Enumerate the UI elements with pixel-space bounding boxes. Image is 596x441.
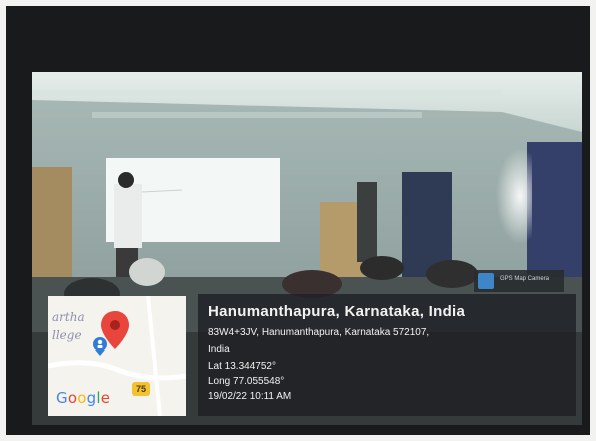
google-logo: Google <box>56 389 110 407</box>
app-watermark-label: GPS Map Camera <box>500 276 550 282</box>
google-letter: g <box>86 389 97 407</box>
app-watermark-badge: GPS Map Camera <box>474 270 564 292</box>
google-letter: o <box>77 389 87 407</box>
google-letter: G <box>56 389 68 407</box>
address-line2: India <box>208 344 230 355</box>
google-letter: o <box>67 389 78 407</box>
location-title: Hanumanthapura, Karnataka, India <box>208 303 466 320</box>
google-letter: e <box>100 389 111 407</box>
longitude-text: Long 77.055548° <box>208 376 285 387</box>
address-line1: 83W4+3JV, Hanumanthapura, Karnataka 5721… <box>208 327 430 338</box>
location-info-box: Hanumanthapura, Karnataka, India 83W4+3J… <box>198 294 576 416</box>
camera-app-icon <box>478 273 494 289</box>
latitude-text: Lat 13.344752° <box>208 361 276 372</box>
person-pin-icon <box>93 337 107 356</box>
map-place-label-line1: artha <box>52 310 85 324</box>
timestamp-text: 19/02/22 10:11 AM <box>208 391 292 402</box>
map-thumbnail: artha llege Google 75 <box>48 296 186 416</box>
map-place-label-line2: llege <box>52 328 82 342</box>
road-number-badge: 75 <box>132 382 150 396</box>
